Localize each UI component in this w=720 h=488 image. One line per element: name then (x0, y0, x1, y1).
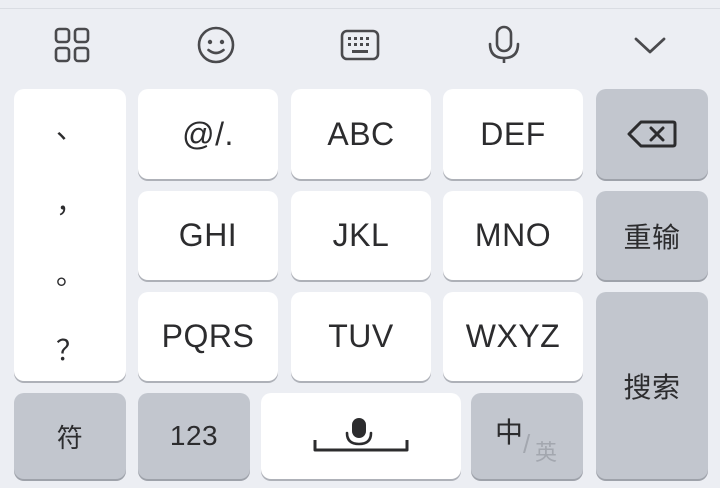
key-9-wxyz[interactable]: WXYZ (443, 292, 583, 381)
collapse-keyboard-button[interactable] (620, 17, 680, 73)
key-4-ghi[interactable]: GHI (138, 191, 278, 280)
key-label: ABC (327, 115, 395, 152)
voice-input-button[interactable] (474, 17, 534, 73)
space-voice-button[interactable] (261, 393, 461, 479)
key-2-abc[interactable]: ABC (291, 89, 431, 179)
key-1-symbols[interactable]: @/. (138, 89, 278, 179)
key-label: PQRS (161, 318, 255, 354)
key-label: GHI (178, 217, 238, 253)
lang-primary-label: 中 (495, 416, 524, 449)
key-8-tuv[interactable]: TUV (291, 292, 431, 381)
retype-button[interactable]: 重输 (596, 191, 708, 280)
language-switch-button[interactable]: 中 / 英 (471, 393, 583, 479)
punctuation-column: 、 ， 。 ？ (14, 89, 126, 381)
key-label: WXYZ (465, 318, 561, 354)
numbers-label: 123 (169, 420, 219, 451)
lang-secondary-label: 英 (535, 441, 558, 466)
key-7-pqrs[interactable]: PQRS (138, 292, 278, 381)
apps-grid-button[interactable] (42, 17, 102, 73)
punct-key-period[interactable]: 。 (14, 253, 126, 293)
key-label: DEF (480, 115, 546, 152)
punct-key-question[interactable]: ？ (14, 329, 126, 369)
microphone-space-icon (313, 418, 409, 452)
lang-separator: / (523, 429, 531, 459)
punct-key-comma[interactable]: ， (14, 181, 126, 221)
key-3-def[interactable]: DEF (443, 89, 583, 179)
collapse-chevron-icon (634, 37, 666, 54)
search-enter-button[interactable]: 搜索 (596, 292, 708, 479)
retype-label: 重输 (623, 220, 681, 254)
keyboard-icon (340, 29, 380, 61)
search-label: 搜索 (623, 370, 681, 404)
key-5-jkl[interactable]: JKL (291, 191, 431, 280)
key-label: MNO (474, 217, 552, 253)
keyboard-switch-button[interactable] (330, 17, 390, 73)
keyboard-toolbar (0, 9, 720, 81)
key-6-mno[interactable]: MNO (443, 191, 583, 280)
emoji-button[interactable] (186, 17, 246, 73)
microphone-icon (488, 25, 520, 63)
symbols-button[interactable]: 符 (14, 393, 126, 479)
numbers-button[interactable]: 123 (138, 393, 250, 479)
emoji-icon (197, 26, 235, 64)
key-label: @/. (182, 115, 234, 152)
key-label: TUV (328, 318, 394, 354)
backspace-icon (627, 120, 677, 148)
punct-key-dunhao[interactable]: 、 (14, 107, 126, 147)
apps-grid-icon (54, 27, 90, 63)
backspace-button[interactable] (596, 89, 708, 179)
key-label: JKL (332, 217, 390, 253)
symbols-label: 符 (56, 423, 84, 454)
